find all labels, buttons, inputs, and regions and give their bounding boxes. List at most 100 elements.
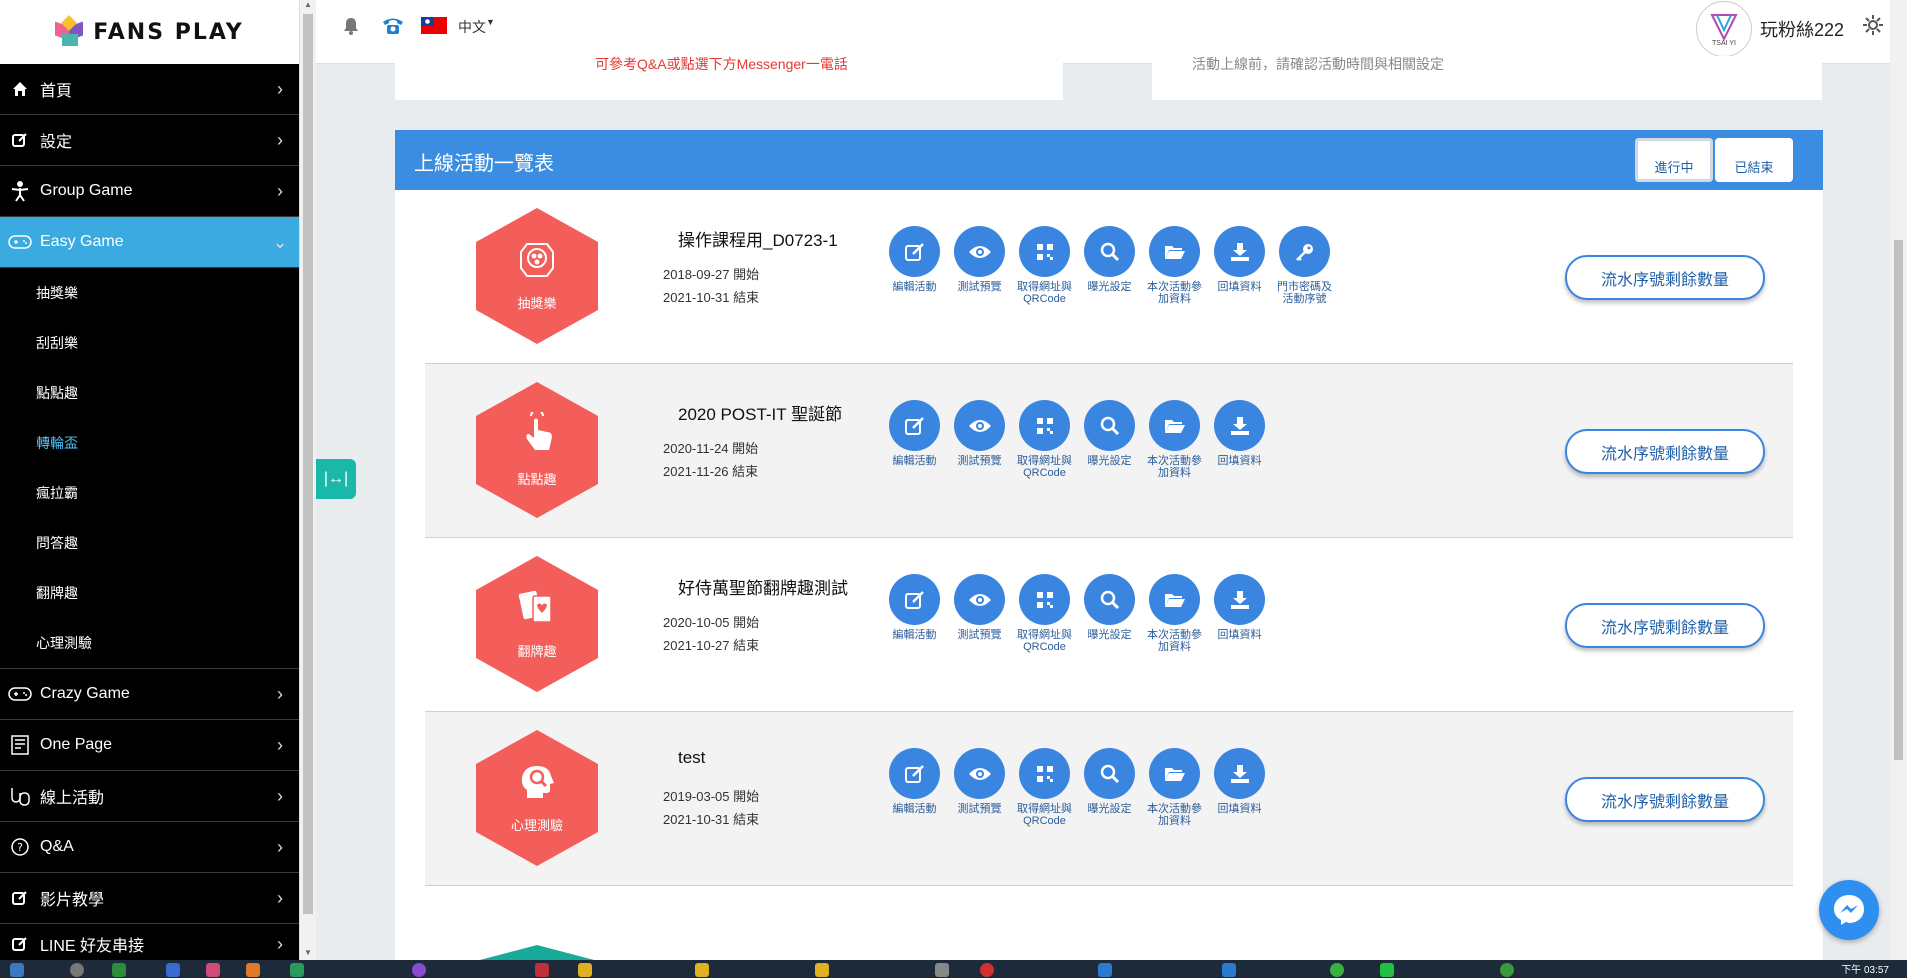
- download-data-button[interactable]: 回填資料: [1207, 400, 1272, 479]
- sidebar-scrollbar[interactable]: ▲ ▼: [299, 0, 316, 960]
- participant-data-button[interactable]: 本次活動參 加資料: [1142, 574, 1207, 653]
- app-icon[interactable]: [412, 963, 426, 977]
- preview-button[interactable]: 測試預覽: [947, 400, 1012, 479]
- app-icon[interactable]: [1500, 963, 1514, 977]
- exposure-settings-button[interactable]: 曝光設定: [1077, 574, 1142, 653]
- activity-badge: 點點趣: [476, 382, 598, 518]
- serial-remaining-button[interactable]: 流水序號剩餘數量: [1565, 603, 1765, 648]
- phone-icon[interactable]: [381, 16, 405, 41]
- messenger-chat-button[interactable]: [1819, 880, 1879, 940]
- scrollbar-thumb[interactable]: [303, 14, 313, 914]
- caret-down-icon: ▼: [486, 17, 495, 27]
- app-icon[interactable]: [1330, 963, 1344, 977]
- submenu-item-psych-test[interactable]: 心理測驗: [0, 618, 299, 668]
- chrome-icon[interactable]: [980, 963, 994, 977]
- serial-remaining-button[interactable]: 流水序號剩餘數量: [1565, 777, 1765, 822]
- qrcode-button[interactable]: 取得網址與 QRCode: [1012, 574, 1077, 653]
- tab-ended[interactable]: 已結束: [1715, 138, 1793, 182]
- submenu-item-scratch[interactable]: 刮刮樂: [0, 318, 299, 368]
- exposure-settings-button[interactable]: 曝光設定: [1077, 748, 1142, 827]
- vscode-icon[interactable]: [1098, 963, 1112, 977]
- download-data-button[interactable]: 回填資料: [1207, 574, 1272, 653]
- qrcode-button[interactable]: 取得網址與 QRCode: [1012, 226, 1077, 305]
- sidebar-item-online-events[interactable]: 線上活動 ›: [0, 771, 299, 822]
- action-label: 門市密碼及 活動序號: [1277, 281, 1332, 305]
- scrollbar-thumb[interactable]: [1894, 240, 1903, 760]
- preview-button[interactable]: 測試預覽: [947, 574, 1012, 653]
- app-icon[interactable]: [935, 963, 949, 977]
- serial-remaining-button[interactable]: 流水序號剩餘數量: [1565, 255, 1765, 300]
- participant-data-button[interactable]: 本次活動參 加資料: [1142, 226, 1207, 305]
- submenu-item-lottery[interactable]: 抽獎樂: [0, 268, 299, 318]
- sidebar-item-home[interactable]: 首頁 ›: [0, 64, 299, 115]
- bell-icon[interactable]: [342, 16, 360, 41]
- app-icon[interactable]: [246, 963, 260, 977]
- preview-button[interactable]: 測試預覽: [947, 748, 1012, 827]
- submenu-item-quiz[interactable]: 問答趣: [0, 518, 299, 568]
- sidebar-item-qa[interactable]: ? Q&A ›: [0, 822, 299, 873]
- chevron-right-icon: ›: [277, 933, 283, 954]
- tab-ongoing[interactable]: 進行中: [1635, 138, 1713, 182]
- user-name[interactable]: 玩粉絲222: [1760, 16, 1844, 42]
- sidebar-item-easy-game[interactable]: Easy Game ⌄: [0, 217, 299, 268]
- edit-activity-button[interactable]: 編輯活動: [882, 400, 947, 479]
- folder-icon[interactable]: [578, 963, 592, 977]
- app-icon[interactable]: [112, 963, 126, 977]
- sidebar-item-settings[interactable]: 設定 ›: [0, 115, 299, 166]
- scroll-up-icon[interactable]: ▲: [304, 0, 312, 9]
- qrcode-button[interactable]: 取得網址與 QRCode: [1012, 748, 1077, 827]
- action-label: 取得網址與 QRCode: [1017, 281, 1072, 305]
- preview-button[interactable]: 測試預覽: [947, 226, 1012, 305]
- participant-data-button[interactable]: 本次活動參 加資料: [1142, 748, 1207, 827]
- line-icon[interactable]: [1380, 963, 1394, 977]
- sidebar-item-crazy-game[interactable]: Crazy Game ›: [0, 669, 299, 720]
- submenu-item-slot[interactable]: 瘋拉霸: [0, 468, 299, 518]
- submenu-item-dots[interactable]: 點點趣: [0, 368, 299, 418]
- gear-icon[interactable]: [1862, 14, 1884, 41]
- scroll-down-icon[interactable]: ▼: [304, 948, 312, 957]
- app-icon[interactable]: [535, 963, 549, 977]
- edit-activity-button[interactable]: 編輯活動: [882, 574, 947, 653]
- folder-icon[interactable]: [695, 963, 709, 977]
- folder-icon[interactable]: [815, 963, 829, 977]
- activity-badge: 心理測驗: [476, 730, 598, 866]
- action-label: 本次活動參 加資料: [1147, 455, 1202, 479]
- sidebar-item-line-friends[interactable]: LINE 好友串接 ›: [0, 924, 299, 964]
- app-icon[interactable]: [206, 963, 220, 977]
- eye-icon: [954, 226, 1005, 277]
- collapse-sidebar-button[interactable]: |↔|: [316, 459, 356, 499]
- app-icon[interactable]: [166, 963, 180, 977]
- sidebar-item-one-page[interactable]: One Page ›: [0, 720, 299, 771]
- page-scrollbar[interactable]: [1890, 0, 1907, 960]
- exposure-settings-button[interactable]: 曝光設定: [1077, 226, 1142, 305]
- exposure-settings-button[interactable]: 曝光設定: [1077, 400, 1142, 479]
- sidebar-item-video-tutorial[interactable]: 影片教學 ›: [0, 873, 299, 924]
- sidebar-item-label: Group Game: [40, 182, 133, 199]
- sidebar-item-group-game[interactable]: Group Game ›: [0, 166, 299, 217]
- app-icon[interactable]: [1222, 963, 1236, 977]
- logo[interactable]: FANS PLAY: [0, 0, 299, 64]
- taiwan-flag-icon[interactable]: [421, 17, 447, 39]
- participant-data-button[interactable]: 本次活動參 加資料: [1142, 400, 1207, 479]
- language-selector[interactable]: 中文▼: [458, 17, 495, 37]
- download-data-button[interactable]: 回填資料: [1207, 226, 1272, 305]
- app-icon[interactable]: [290, 963, 304, 977]
- notice-card-left: 可參考Q&A或點選下方Messenger一電話: [395, 56, 1063, 100]
- store-password-button[interactable]: 門市密碼及 活動序號: [1272, 226, 1337, 305]
- start-icon[interactable]: [10, 963, 24, 977]
- search-icon[interactable]: [70, 963, 84, 977]
- serial-remaining-button[interactable]: 流水序號剩餘數量: [1565, 429, 1765, 474]
- edit-activity-button[interactable]: 編輯活動: [882, 226, 947, 305]
- action-label: 測試預覽: [957, 455, 1002, 467]
- submenu-item-cards[interactable]: 翻牌趣: [0, 568, 299, 618]
- submenu-item-wheel[interactable]: 轉輪盃: [0, 418, 299, 468]
- avatar[interactable]: TSAI YI: [1696, 1, 1752, 57]
- edit-activity-button[interactable]: 編輯活動: [882, 748, 947, 827]
- qrcode-button[interactable]: 取得網址與 QRCode: [1012, 400, 1077, 479]
- online-icon: [8, 784, 32, 808]
- panel-title: 上線活動一覽表: [414, 153, 554, 175]
- activity-end-date: 2021-10-31 結束: [663, 290, 760, 305]
- eye-icon: [954, 574, 1005, 625]
- download-data-button[interactable]: 回填資料: [1207, 748, 1272, 827]
- edit-icon: [8, 932, 32, 956]
